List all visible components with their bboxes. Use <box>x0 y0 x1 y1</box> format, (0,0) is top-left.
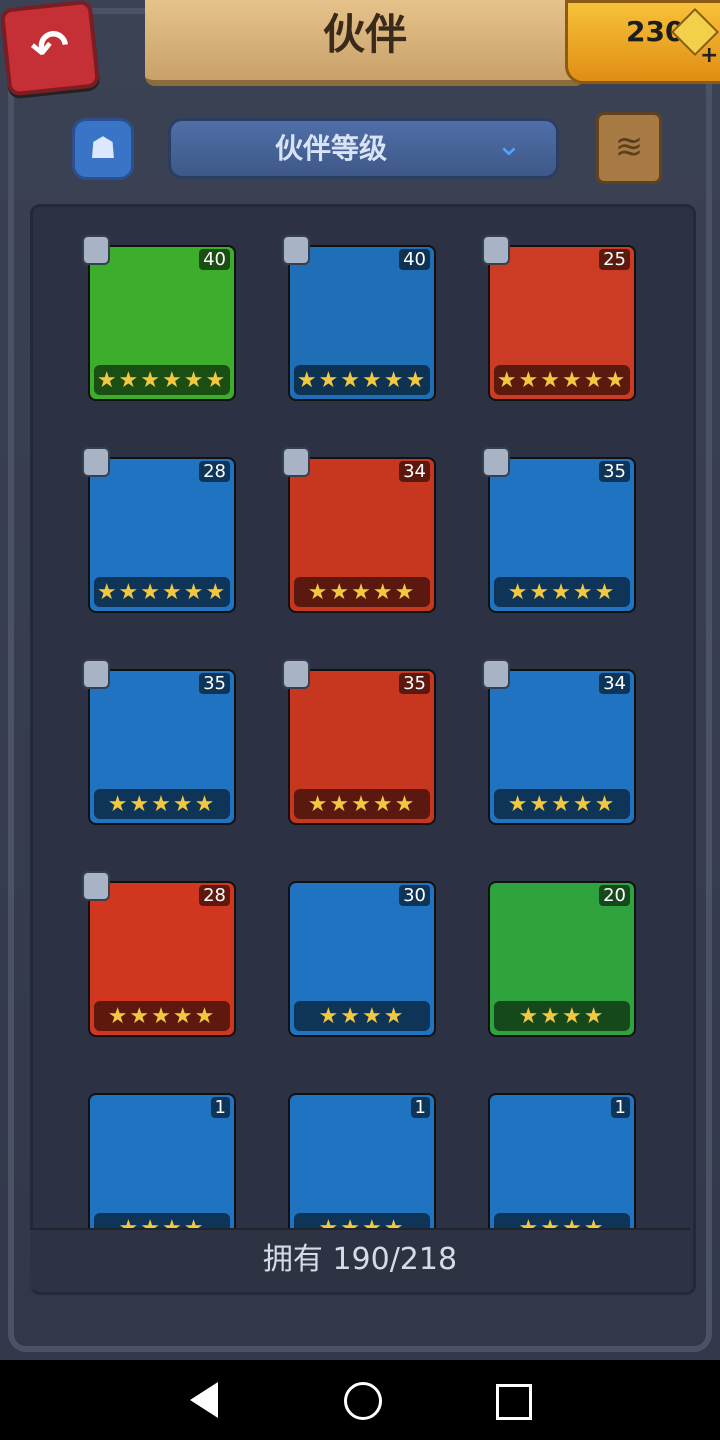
partner-card[interactable]: 28 ★★★★★★ <box>82 447 236 613</box>
partner-grid-panel: 40 ★★★★★★ 40 ★★★★★★ 25 ★★★★★★ 28 ★★★★★★ 34 ★★★★★ 3… <box>30 204 696 1295</box>
android-nav-bar <box>0 1360 720 1440</box>
lock-icon <box>282 235 310 265</box>
sort-dropdown[interactable]: 伙伴等级 ⌄ <box>168 118 559 179</box>
partner-level: 1 <box>210 1097 230 1118</box>
lock-icon <box>82 871 110 901</box>
partner-level: 28 <box>199 885 230 906</box>
lock-icon <box>282 447 310 477</box>
page-title: 伙伴 <box>322 10 407 59</box>
partner-stars: ★★★★★ <box>294 577 430 607</box>
partner-level: 30 <box>399 885 430 906</box>
partner-card[interactable]: 35 ★★★★★ <box>82 659 236 825</box>
nav-recents-icon[interactable] <box>496 1384 532 1420</box>
partner-level: 1 <box>410 1097 430 1118</box>
nav-back-icon[interactable] <box>190 1382 218 1418</box>
plus-icon[interactable]: + <box>700 43 718 68</box>
partner-level: 34 <box>599 673 630 694</box>
partner-stars: ★★★★★ <box>294 789 430 819</box>
partner-stars: ★★★★★★ <box>294 365 430 395</box>
lock-icon <box>482 447 510 477</box>
partner-level: 40 <box>199 249 230 270</box>
partner-card[interactable]: 35 ★★★★★ <box>482 447 636 613</box>
lock-icon <box>482 659 510 689</box>
partner-level: 34 <box>399 461 430 482</box>
partner-stars: ★★★★★★ <box>94 365 230 395</box>
partner-card[interactable]: 35 ★★★★★ <box>282 659 436 825</box>
partner-stars: ★★★★ <box>294 1001 430 1031</box>
partner-stars: ★★★★ <box>494 1001 630 1031</box>
character-filter-icon[interactable]: ☗ <box>72 118 134 180</box>
back-button[interactable]: ↶ <box>0 0 101 97</box>
partner-level: 35 <box>599 461 630 482</box>
nav-home-icon[interactable] <box>344 1382 382 1420</box>
lock-icon <box>482 235 510 265</box>
partner-stars: ★★★★★ <box>94 1001 230 1031</box>
partner-stars: ★★★★★★ <box>94 577 230 607</box>
lock-icon <box>82 659 110 689</box>
partner-level: 28 <box>199 461 230 482</box>
partner-card[interactable]: 34 ★★★★★ <box>282 447 436 613</box>
partner-card[interactable]: 1★★★★ <box>288 1093 436 1249</box>
partner-card[interactable]: 1★★★★ <box>488 1093 636 1249</box>
scroll-icon[interactable]: ≋ <box>596 112 662 184</box>
partner-level: 1 <box>610 1097 630 1118</box>
partner-stars: ★★★★★ <box>94 789 230 819</box>
partner-level: 40 <box>399 249 430 270</box>
partner-level: 35 <box>399 673 430 694</box>
partner-stars: ★★★★★★ <box>494 365 630 395</box>
title-banner: 伙伴 <box>145 0 585 86</box>
partner-stars: ★★★★★ <box>494 577 630 607</box>
partner-card[interactable]: 34 ★★★★★ <box>482 659 636 825</box>
lock-icon <box>82 235 110 265</box>
partner-card[interactable]: 25 ★★★★★★ <box>482 235 636 401</box>
sort-label: 伙伴等级 <box>274 132 387 165</box>
partner-level: 25 <box>599 249 630 270</box>
partner-card[interactable]: 40 ★★★★★★ <box>282 235 436 401</box>
lock-icon <box>282 659 310 689</box>
owned-count: 拥有 190/218 <box>262 1242 458 1277</box>
partner-level: 35 <box>199 673 230 694</box>
partner-card[interactable]: 30 ★★★★ <box>288 881 436 1037</box>
chevron-down-icon: ⌄ <box>496 128 522 163</box>
gem-currency[interactable]: 230 + <box>565 0 720 84</box>
partner-card[interactable]: 1★★★★ <box>88 1093 236 1249</box>
lock-icon <box>82 447 110 477</box>
partner-level: 20 <box>599 885 630 906</box>
partner-card[interactable]: 20 ★★★★ <box>488 881 636 1037</box>
partner-stars: ★★★★★ <box>494 789 630 819</box>
owned-count-bar: 拥有 190/218 <box>30 1228 690 1290</box>
partner-card[interactable]: 40 ★★★★★★ <box>82 235 236 401</box>
partner-card[interactable]: 28 ★★★★★ <box>82 871 236 1037</box>
